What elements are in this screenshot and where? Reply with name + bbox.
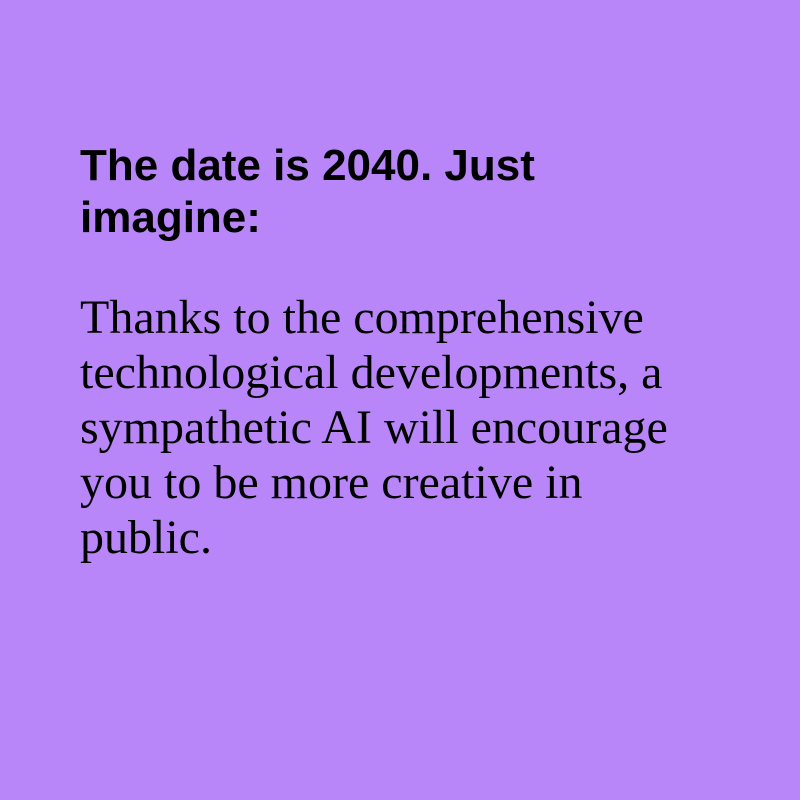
body-text: Thanks to the comprehensive technologica… xyxy=(80,291,668,564)
headline: The date is 2040. Just imagine: xyxy=(80,141,535,242)
quote-card: The date is 2040. Just imagine: Thanks t… xyxy=(0,0,800,800)
